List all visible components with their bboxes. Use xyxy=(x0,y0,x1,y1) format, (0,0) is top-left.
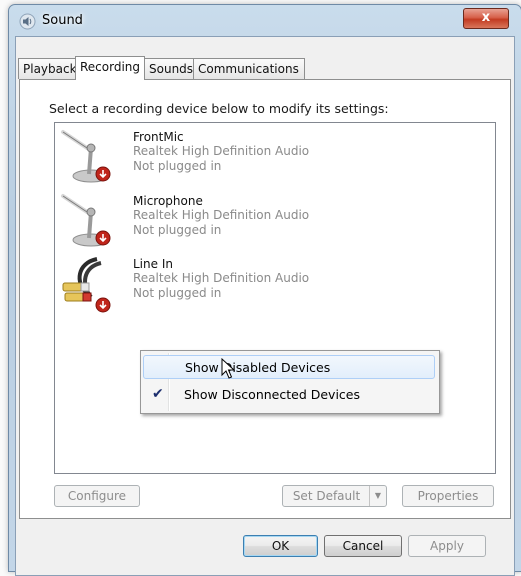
tab-playback[interactable]: Playback xyxy=(18,58,77,79)
set-default-button[interactable]: Set Default ▼ xyxy=(282,485,387,507)
checkmark-icon: ✔ xyxy=(152,386,164,402)
device-name: Line In xyxy=(133,257,173,271)
device-description: Realtek High Definition Audio xyxy=(133,208,310,222)
menu-item-show-disconnected-devices[interactable]: ✔ Show Disconnected Devices xyxy=(143,383,435,407)
tab-communications[interactable]: Communications xyxy=(193,58,305,79)
recording-device-list[interactable]: FrontMic Realtek High Definition Audio N… xyxy=(54,122,496,474)
title-bar[interactable]: Sound x xyxy=(9,5,521,35)
recording-tab-panel: Select a recording device below to modif… xyxy=(19,79,511,519)
device-status: Not plugged in xyxy=(133,223,222,237)
device-status: Not plugged in xyxy=(133,159,222,173)
device-description: Realtek High Definition Audio xyxy=(133,144,310,158)
properties-button[interactable]: Properties xyxy=(402,485,494,507)
set-default-label: Set Default xyxy=(292,489,361,503)
window-title: Sound xyxy=(42,13,83,28)
device-item-frontmic[interactable]: FrontMic Realtek High Definition Audio N… xyxy=(55,126,495,188)
menu-item-label: Show Disconnected Devices xyxy=(184,387,361,402)
tab-recording[interactable]: Recording xyxy=(75,56,145,80)
microphone-icon xyxy=(61,130,111,183)
sound-dialog-window: Sound x Playback Recording Sounds Commun… xyxy=(8,4,521,576)
line-in-cable-icon xyxy=(62,257,111,313)
menu-item-label: Show Disabled Devices xyxy=(185,360,331,375)
device-description: Realtek High Definition Audio xyxy=(133,271,310,285)
apply-button[interactable]: Apply xyxy=(408,535,486,557)
context-menu: Show Disabled Devices ✔ Show Disconnecte… xyxy=(140,350,440,414)
tab-sounds[interactable]: Sounds xyxy=(144,58,194,79)
cancel-button[interactable]: Cancel xyxy=(324,535,402,557)
mouse-pointer-icon xyxy=(221,358,235,379)
microphone-icon xyxy=(61,194,111,247)
device-item-microphone[interactable]: Microphone Realtek High Definition Audio… xyxy=(55,190,495,252)
device-status: Not plugged in xyxy=(133,286,222,300)
configure-button[interactable]: Configure xyxy=(54,485,140,507)
ok-button[interactable]: OK xyxy=(243,535,318,557)
dialog-client-area: Playback Recording Sounds Communications… xyxy=(15,36,515,576)
device-name: FrontMic xyxy=(133,130,184,144)
close-button[interactable]: x xyxy=(463,8,509,29)
device-item-line-in[interactable]: Line In Realtek High Definition Audio No… xyxy=(55,253,495,315)
instruction-text: Select a recording device below to modif… xyxy=(49,101,389,116)
chevron-down-icon[interactable]: ▼ xyxy=(369,486,386,506)
device-name: Microphone xyxy=(133,194,203,208)
menu-item-show-disabled-devices[interactable]: Show Disabled Devices xyxy=(143,355,435,379)
speaker-icon xyxy=(19,13,36,30)
